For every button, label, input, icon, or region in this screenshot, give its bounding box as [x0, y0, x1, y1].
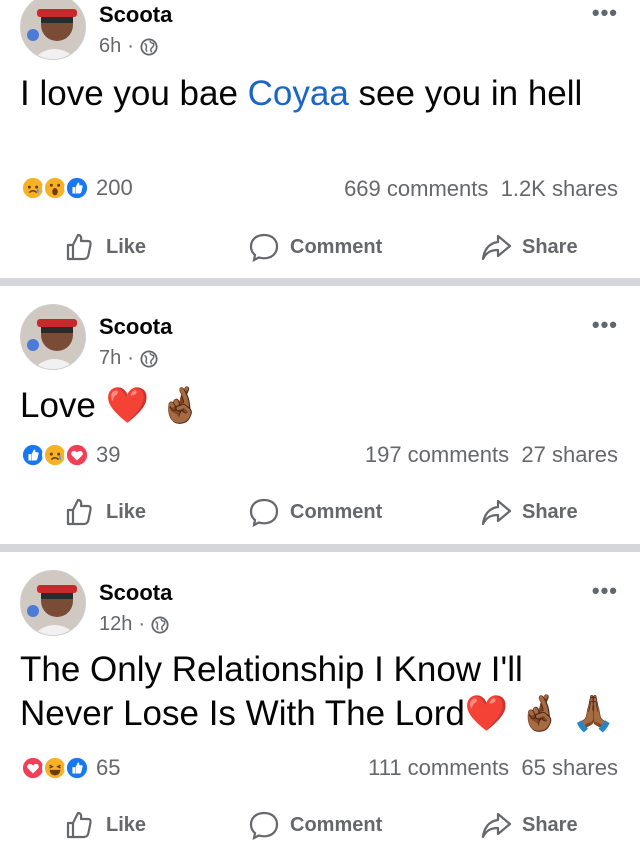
share-count[interactable]: 1.2K shares — [501, 176, 618, 201]
like-icon — [66, 811, 92, 839]
post-3: Scoota 12h · ••• The Only Relationship I… — [0, 552, 640, 855]
post-2: Scoota 7h · ••• Love ❤️ 🤞🏾 39 197 commen… — [0, 286, 640, 544]
author-name[interactable]: Scoota — [99, 2, 172, 28]
share-count[interactable]: 27 shares — [521, 442, 618, 467]
post-text: Love ❤️ 🤞🏾 — [20, 386, 203, 425]
comment-count[interactable]: 197 comments — [365, 442, 509, 467]
reaction-summary[interactable]: 39 — [20, 442, 120, 468]
mention-link[interactable]: Coyaa — [248, 74, 349, 113]
share-icon — [481, 812, 512, 839]
author-name[interactable]: Scoota — [99, 314, 172, 340]
post-time[interactable]: 12h — [99, 613, 132, 636]
avatar[interactable] — [20, 304, 86, 370]
meta-separator: · — [127, 35, 134, 57]
like-button[interactable]: Like — [64, 800, 146, 850]
action-bar: Like Comment Share — [0, 487, 640, 537]
post-text: I love you bae Coyaa see you in hell — [20, 74, 583, 113]
post-1: Scoota 6h · ••• I love you bae Coyaa see… — [0, 0, 640, 278]
share-count[interactable]: 65 shares — [521, 755, 618, 780]
post-time[interactable]: 6h — [99, 35, 121, 58]
share-button[interactable]: Share — [480, 800, 578, 850]
avatar[interactable] — [20, 570, 86, 636]
reaction-summary[interactable]: 200 — [20, 175, 133, 201]
more-options-button[interactable]: ••• — [592, 578, 618, 604]
action-bar: Like Comment Share — [0, 222, 640, 272]
post-time[interactable]: 7h — [99, 347, 121, 370]
like-button[interactable]: Like — [64, 487, 146, 537]
globe-icon — [151, 615, 169, 634]
like-reaction-icon — [64, 755, 90, 781]
author-name[interactable]: Scoota — [99, 580, 172, 606]
share-icon — [481, 499, 512, 526]
like-icon — [66, 233, 92, 261]
post-stats: 111 comments 65 shares — [368, 755, 618, 781]
reaction-count: 39 — [96, 442, 121, 467]
action-bar: Like Comment Share — [0, 800, 640, 850]
post-divider — [0, 278, 640, 286]
globe-icon — [140, 37, 158, 56]
reaction-count: 65 — [96, 755, 121, 780]
post-divider — [0, 544, 640, 552]
comment-button[interactable]: Comment — [248, 487, 382, 537]
post-meta: 7h · — [99, 347, 158, 370]
comment-button[interactable]: Comment — [248, 222, 382, 272]
post-meta: 6h · — [99, 35, 158, 58]
comment-count[interactable]: 111 comments — [368, 755, 509, 780]
post-stats: 197 comments 27 shares — [365, 442, 618, 468]
like-icon — [66, 498, 92, 526]
meta-separator: · — [127, 347, 134, 369]
like-reaction-icon — [64, 175, 90, 201]
love-reaction-icon — [64, 442, 90, 468]
share-icon — [481, 234, 512, 261]
reaction-count: 200 — [96, 175, 133, 200]
avatar[interactable] — [20, 0, 86, 60]
comment-icon — [249, 498, 279, 527]
post-text: The Only Relationship I Know I'll Never … — [20, 650, 616, 733]
post-stats: 669 comments 1.2K shares — [344, 176, 618, 202]
more-options-button[interactable]: ••• — [592, 312, 618, 338]
more-options-button[interactable]: ••• — [592, 0, 618, 26]
comment-count[interactable]: 669 comments — [344, 176, 488, 201]
like-button[interactable]: Like — [64, 222, 146, 272]
post-meta: 12h · — [99, 613, 169, 636]
reaction-summary[interactable]: 65 — [20, 755, 120, 781]
comment-button[interactable]: Comment — [248, 800, 382, 850]
share-button[interactable]: Share — [480, 487, 578, 537]
meta-separator: · — [138, 613, 146, 635]
comment-icon — [249, 811, 279, 840]
comment-icon — [249, 233, 279, 262]
share-button[interactable]: Share — [480, 222, 578, 272]
globe-icon — [140, 349, 158, 368]
